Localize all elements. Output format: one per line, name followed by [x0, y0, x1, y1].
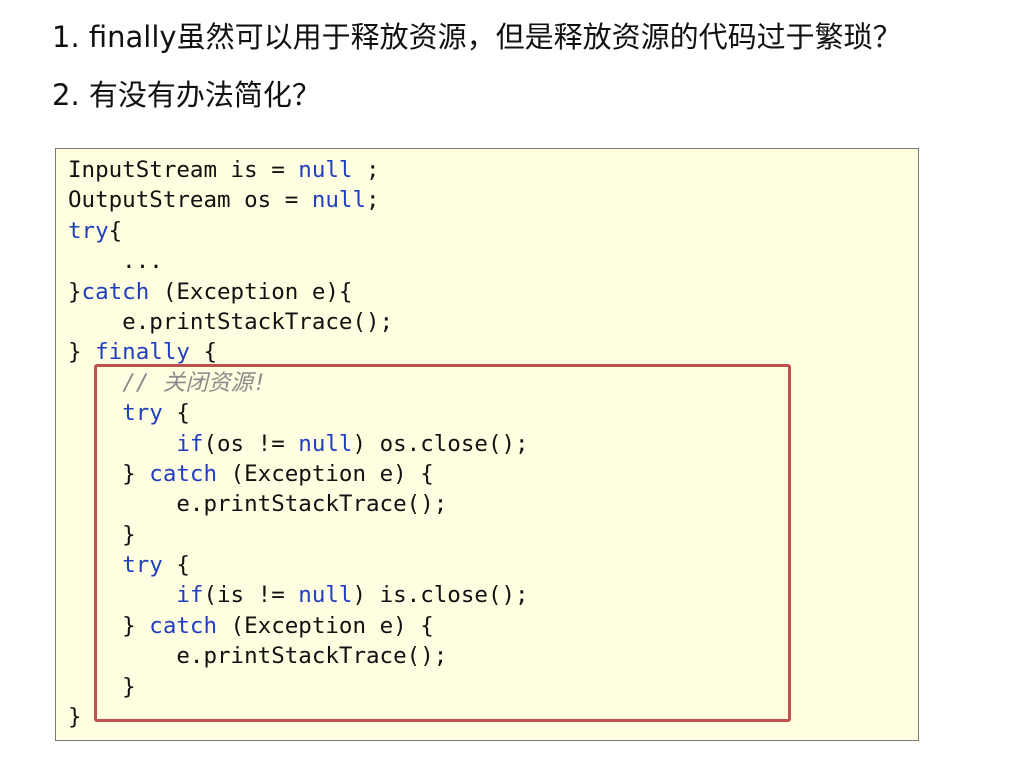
code-line: } [68, 702, 529, 732]
code-token: (Exception e){ [149, 278, 353, 305]
code-token: } [68, 460, 150, 487]
code-token: (is != [203, 582, 299, 609]
code-keyword: if [176, 582, 204, 609]
code-keyword: null [298, 582, 353, 609]
code-token: InputStream is = [68, 157, 299, 183]
code-token: e.printStackTrace(); [68, 308, 394, 335]
code-line: e.printStackTrace(); [68, 307, 529, 337]
code-line: try { [68, 550, 529, 580]
code-token: } [68, 278, 82, 305]
code-token: ) is.close(); [352, 582, 529, 609]
code-token: } [68, 521, 136, 548]
code-line: } [68, 520, 529, 550]
code-keyword: null [298, 157, 353, 183]
code-line: if(os != null) os.close(); [68, 429, 529, 459]
code-line: } catch (Exception e) { [68, 611, 529, 641]
code-token: } [68, 339, 96, 366]
code-line: // 关闭资源! [68, 368, 529, 398]
code-token: e.printStackTrace(); [68, 643, 448, 670]
code-token: ... [68, 248, 163, 275]
code-comment: // 关闭资源! [122, 369, 267, 396]
code-keyword: if [176, 430, 204, 457]
code-line: if(is != null) is.close(); [68, 580, 529, 610]
code-keyword: catch [149, 612, 218, 639]
code-token: OutputStream os = [68, 187, 312, 214]
code-line: } catch (Exception e) { [68, 459, 529, 489]
code-line: try { [68, 398, 529, 428]
code-token: e.printStackTrace(); [68, 491, 448, 518]
code-line: } [68, 672, 529, 702]
question-2: 2. 有没有办法简化？ [52, 78, 321, 112]
code-line: OutputStream os = null; [68, 185, 529, 215]
code-line: }catch (Exception e){ [68, 277, 529, 307]
code-line: InputStream is = null ; [68, 155, 529, 185]
code-line: try{ [68, 216, 529, 246]
code-token: { [162, 400, 190, 427]
code-token: } [68, 673, 136, 700]
code-token: } [68, 704, 82, 731]
code-token: ) os.close(); [352, 430, 529, 457]
code-token: ; [366, 187, 380, 214]
code-token: } [68, 612, 150, 639]
code-line: } finally { [68, 337, 529, 367]
question-1: 1. finally虽然可以用于释放资源，但是释放资源的代码过于繁琐？ [52, 20, 902, 54]
code-keyword: finally [95, 339, 190, 366]
code-line: e.printStackTrace(); [68, 641, 529, 671]
code-keyword: catch [149, 460, 218, 487]
code-keyword: try [122, 552, 163, 579]
code-keyword: catch [81, 278, 150, 305]
code-block: InputStream is = null ; OutputStream os =… [55, 148, 919, 741]
code-keyword: try [68, 217, 109, 244]
code-token: { [162, 552, 190, 579]
code-token: (os != [203, 430, 299, 457]
code-keyword: null [311, 187, 367, 214]
code-token: ; [352, 157, 380, 183]
code-line: e.printStackTrace(); [68, 489, 529, 519]
code-token: (Exception e) { [217, 612, 434, 639]
code-line: ... [68, 246, 529, 276]
code-text: InputStream is = null ; OutputStream os =… [68, 155, 529, 732]
code-token: { [108, 217, 123, 244]
code-token: (Exception e) { [217, 460, 434, 487]
code-keyword: null [298, 430, 353, 457]
code-keyword: try [122, 400, 163, 427]
code-token: { [189, 339, 218, 366]
